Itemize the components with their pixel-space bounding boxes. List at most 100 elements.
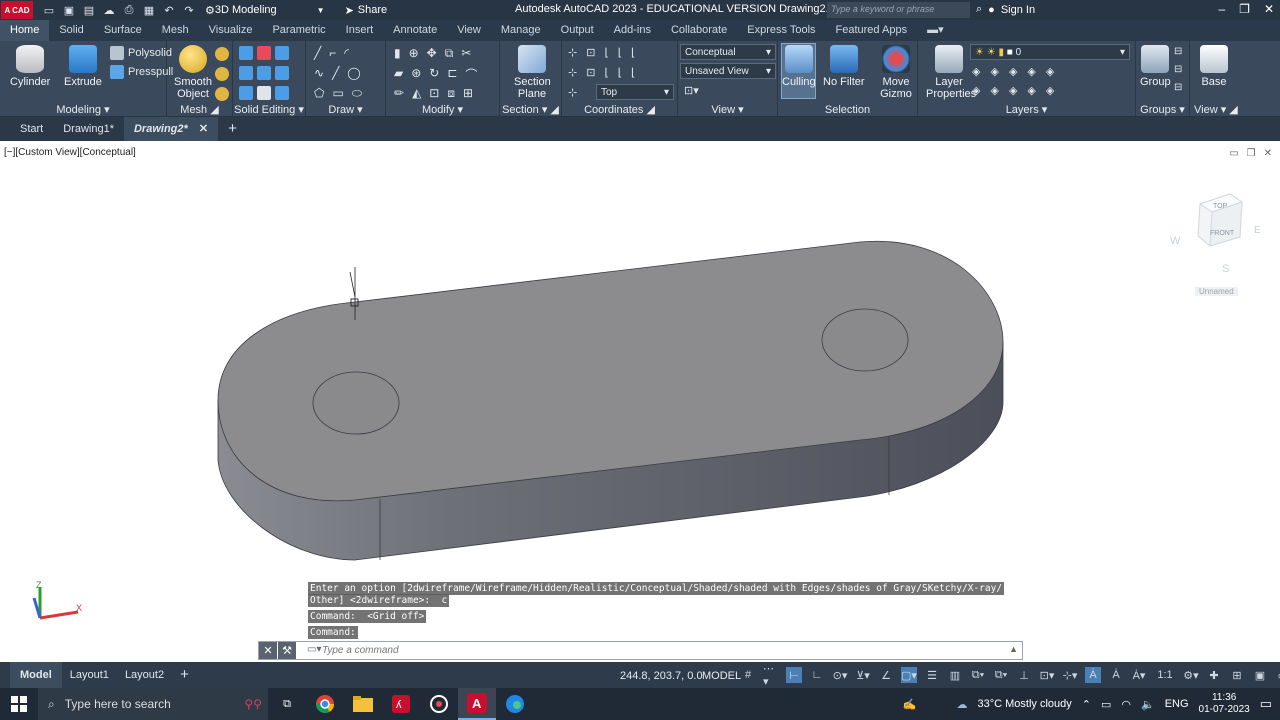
cloud-icon[interactable]: ☁ (101, 2, 117, 18)
ucs-world-icon[interactable]: ⊡ (586, 46, 595, 59)
taskbar-search[interactable]: ⌕ Type here to search ⚲⚲ (38, 688, 268, 720)
layer-tool-icon[interactable]: ◈ (1027, 65, 1035, 78)
array-rect-icon[interactable]: ⊞ (463, 86, 473, 101)
no-filter-button[interactable]: No Filter (823, 45, 865, 88)
3d-rotate-icon[interactable]: ⊛ (411, 66, 421, 83)
auto-scale-icon[interactable]: Ȧ (1108, 667, 1124, 683)
ucs-origin-icon[interactable]: ⌊ (604, 46, 608, 59)
saved-view-combo[interactable]: Unsaved View ▾ (680, 63, 776, 79)
compass-east[interactable]: E (1254, 225, 1261, 236)
minimize-button[interactable]: – (1218, 2, 1225, 16)
polyline-icon[interactable]: ⌐ (329, 46, 336, 60)
slice-icon[interactable] (239, 66, 253, 80)
annotation-scale-icon[interactable]: Ȧ▾ (1131, 667, 1147, 683)
move-icon[interactable]: ✥ (427, 46, 437, 61)
fillet-icon[interactable]: ⌒ (465, 66, 477, 83)
pen-icon[interactable]: ✍ (903, 698, 917, 711)
ortho-icon[interactable]: ∟ (809, 667, 825, 683)
culling-button[interactable]: Culling (782, 45, 816, 88)
plus-icon[interactable]: ✚ (1206, 667, 1222, 683)
3d-move-icon[interactable]: ▰ (394, 66, 403, 83)
section-plane-button[interactable]: Section Plane (514, 45, 551, 100)
close-icon[interactable]: ✕ (199, 123, 208, 135)
language-indicator[interactable]: ENG (1165, 698, 1189, 710)
panel-title-view-base[interactable]: View ▾ ◢ (1194, 103, 1280, 116)
workspace-gear-icon[interactable]: ⚙▾ (1183, 667, 1199, 683)
panel-title-selection[interactable]: Selection (778, 104, 917, 116)
cylinder-button[interactable]: Cylinder (10, 45, 50, 88)
panel-title-groups[interactable]: Groups ▾ (1136, 103, 1189, 116)
ellipse-icon[interactable]: ⬭ (352, 86, 362, 101)
separate-icon[interactable] (275, 86, 289, 100)
annotation-visibility-icon[interactable]: Ȧ (1085, 667, 1101, 683)
tab-add-ins[interactable]: Add-ins (604, 20, 661, 41)
app-icon[interactable]: ʎ (382, 688, 420, 720)
tab-express-tools[interactable]: Express Tools (737, 20, 825, 41)
ucs-3point-icon[interactable]: ⊹ (568, 66, 577, 79)
presspull-button[interactable]: Presspull (110, 65, 173, 79)
layer-tool-icon[interactable]: ◈ (1009, 84, 1017, 97)
tab-featured-apps[interactable]: Featured Apps (826, 20, 918, 41)
compass-west[interactable]: W (1170, 235, 1180, 247)
tab-drawing2[interactable]: Drawing2* ✕ (123, 117, 219, 141)
offset-icon[interactable]: ⊏ (447, 66, 457, 83)
fillet-edge-icon[interactable] (239, 86, 253, 100)
isodraft-icon[interactable]: ⊻▾ (855, 667, 871, 683)
viewport-config-icon[interactable]: ⊡▾ (684, 84, 699, 97)
undo-icon[interactable]: ↶ (161, 2, 177, 18)
ucs-z-icon[interactable]: ⌊ (618, 66, 622, 79)
hardware-accel-icon[interactable]: ▣ (1252, 667, 1268, 683)
autocad-logo[interactable]: A CAD (1, 1, 33, 19)
base-button[interactable]: Base (1200, 45, 1228, 88)
ungroup-icon[interactable]: ⊟ (1174, 46, 1182, 57)
interfere-icon[interactable] (257, 66, 271, 80)
ucs-icon[interactable]: ⊹ (568, 46, 577, 59)
network-icon[interactable]: ▭ (1101, 698, 1111, 711)
scale-display[interactable]: 1:1 (1154, 667, 1176, 683)
polar-icon[interactable]: ⊙▾ (832, 667, 848, 683)
isolate-icon[interactable]: ⊞ (1229, 667, 1245, 683)
transparency-icon[interactable]: ▥ (947, 667, 963, 683)
ucs-y-icon[interactable]: ⌊ (631, 46, 635, 59)
tab-collaborate[interactable]: Collaborate (661, 20, 737, 41)
tab-manage[interactable]: Manage (491, 20, 551, 41)
layer-tool-icon[interactable]: ◈ (972, 65, 980, 78)
tab-drawing1[interactable]: Drawing1* (53, 117, 124, 141)
mesh-icon[interactable] (215, 47, 229, 61)
dynamic-ucs-icon[interactable]: ⊥ (1016, 667, 1032, 683)
redo-icon[interactable]: ↷ (181, 2, 197, 18)
erase-icon[interactable]: ✏ (394, 86, 404, 101)
tab-layout1[interactable]: Layout1 (62, 662, 117, 688)
panel-title-solid-editing[interactable]: Solid Editing ▾ (233, 103, 305, 116)
circle-icon[interactable]: ◯ (347, 66, 360, 80)
panel-title-coordinates[interactable]: Coordinates ◢ (562, 103, 677, 116)
layer-properties-button[interactable]: Layer Properties (926, 45, 976, 100)
stretch-icon[interactable]: ⊡ (429, 86, 439, 101)
windows-start-button[interactable] (0, 688, 38, 720)
3d-osnap-icon[interactable]: ⧉▾ (993, 667, 1009, 683)
save-as-icon[interactable]: ▤ (81, 2, 97, 18)
intersect-icon[interactable] (275, 46, 289, 60)
group-button[interactable]: Group (1140, 45, 1171, 88)
chevron-up-icon[interactable]: ⌃ (1082, 698, 1091, 711)
tab-mesh[interactable]: Mesh (152, 20, 199, 41)
customize-wrench-icon[interactable]: ⚒ (278, 642, 296, 659)
copy-icon[interactable]: ⧈ (447, 86, 455, 101)
tab-start[interactable]: Start (10, 117, 53, 141)
tab-model[interactable]: Model (10, 662, 62, 688)
edge-icon[interactable] (496, 688, 534, 720)
search-input[interactable]: Type a keyword or phrase (827, 2, 970, 18)
ray-icon[interactable]: ╱ (332, 66, 339, 80)
union-icon[interactable] (239, 46, 253, 60)
trim-icon[interactable]: ✂ (461, 46, 471, 61)
array-icon[interactable]: ⊕ (409, 46, 419, 61)
panel-title-draw[interactable]: Draw ▾ (306, 103, 385, 116)
object-snap-tracking-icon[interactable]: ∠ (878, 667, 894, 683)
tab-parametric[interactable]: Parametric (262, 20, 335, 41)
polygon-icon[interactable]: ⬠ (314, 86, 324, 101)
volume-icon[interactable]: 🔈 (1141, 698, 1155, 711)
selection-filter-icon[interactable]: ⊡▾ (1039, 667, 1055, 683)
subtract-icon[interactable] (257, 46, 271, 60)
shell-icon[interactable] (257, 86, 271, 100)
close-button[interactable]: ✕ (1264, 2, 1274, 16)
